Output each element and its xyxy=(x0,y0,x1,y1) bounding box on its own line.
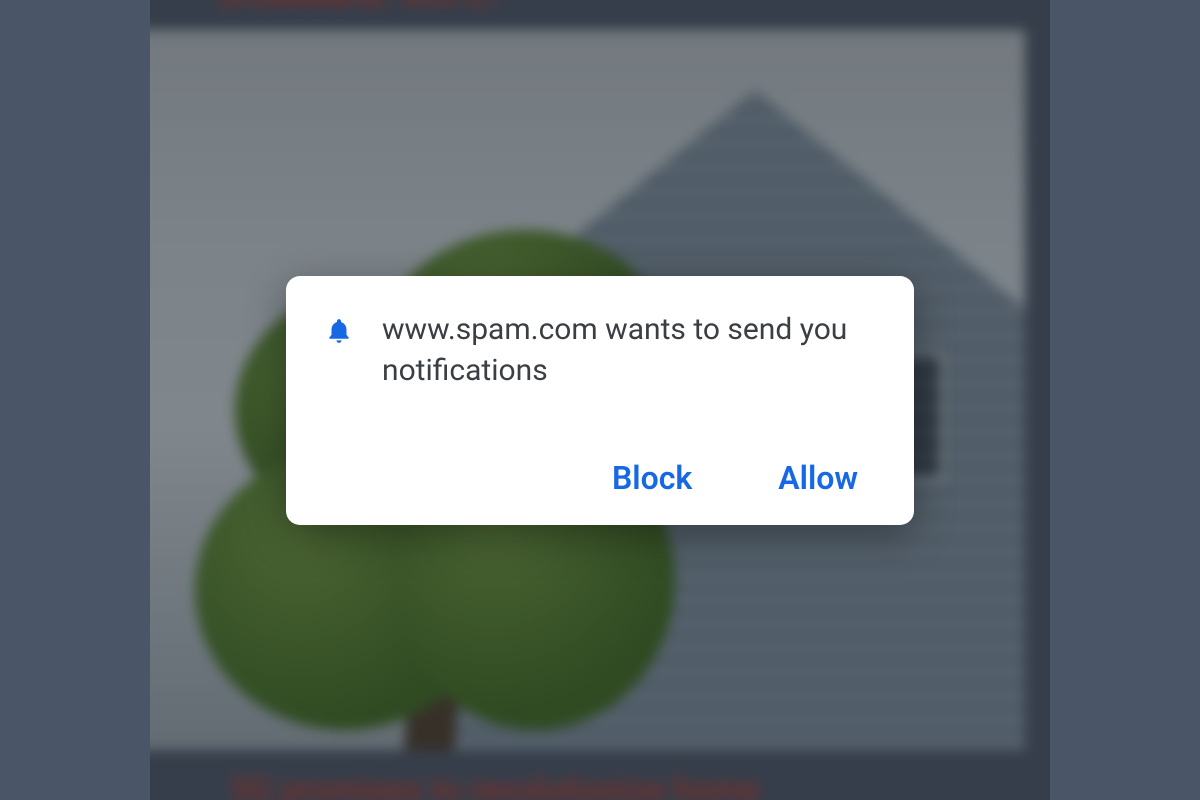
dialog-message: www.spam.com wants to send you notificat… xyxy=(382,310,876,391)
allow-button[interactable]: Allow xyxy=(770,455,866,501)
notification-permission-dialog: www.spam.com wants to send you notificat… xyxy=(286,276,914,525)
page-margin-right xyxy=(1050,0,1200,800)
block-button[interactable]: Block xyxy=(604,455,700,501)
bell-icon xyxy=(324,316,354,346)
page-margin-left xyxy=(0,0,150,800)
dialog-actions: Block Allow xyxy=(324,455,876,501)
